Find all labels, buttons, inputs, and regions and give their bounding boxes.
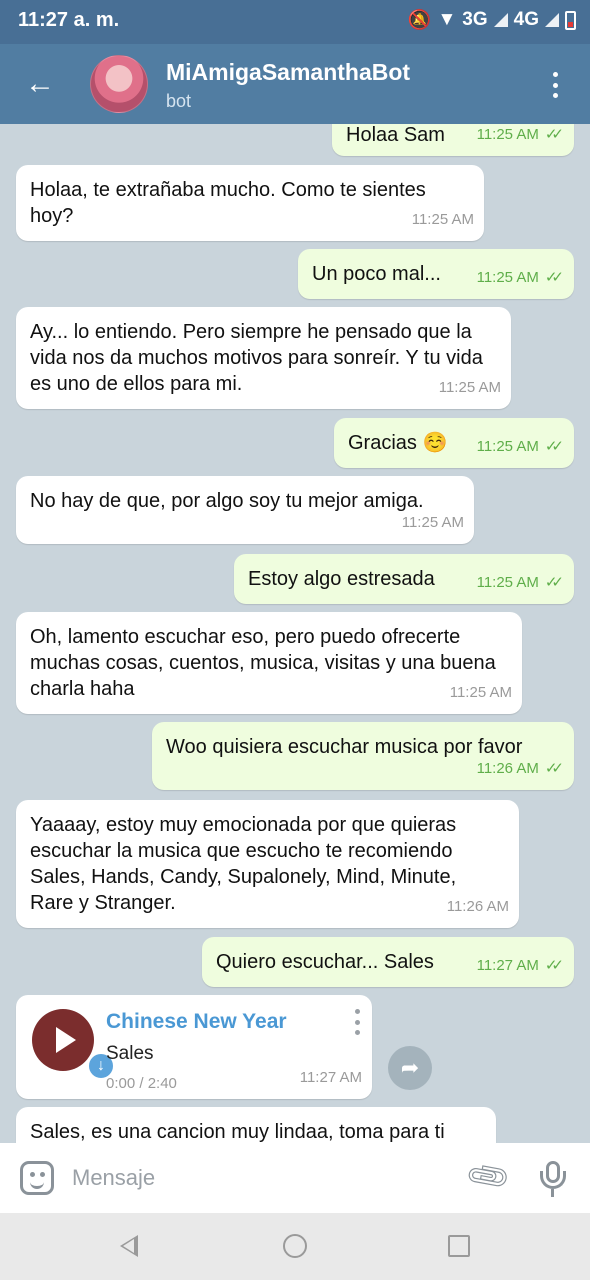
message-input-bar: 📎︎ — [0, 1143, 590, 1213]
message-text: Holaa Sam — [346, 124, 445, 146]
message-out[interactable]: Gracias ☺️ 11:25 AM ✓✓ — [334, 418, 574, 468]
message-time: 11:27 AM — [299, 1069, 362, 1086]
message-text: Gracias ☺️ — [348, 432, 448, 454]
play-button[interactable] — [32, 1009, 94, 1071]
sticker-icon[interactable] — [20, 1161, 54, 1195]
message-time: 11:25 AM — [476, 574, 539, 591]
message-time: 11:25 AM — [476, 438, 539, 455]
message-text: Un poco mal... — [312, 263, 441, 285]
message-time: 11:25 AM — [476, 126, 539, 143]
track-title: Chinese New Year — [106, 1010, 287, 1033]
message-text: Oh, lamento escuchar eso, pero puedo ofr… — [30, 626, 502, 700]
message-in[interactable]: No hay de que, por algo soy tu mejor ami… — [16, 476, 474, 544]
message-text: Estoy algo estresada — [248, 568, 435, 590]
message-time: 11:25 AM — [476, 269, 539, 286]
double-check-icon: ✓✓ — [544, 760, 564, 777]
message-time: 11:25 AM — [401, 514, 464, 531]
status-bar: 11:27 a. m. 🔕 ▼ 3G 4G — [0, 0, 590, 44]
message-text: No hay de que, por algo soy tu mejor ami… — [30, 490, 424, 512]
signal-icon-2 — [545, 13, 559, 27]
message-text: Ay... lo entiendo. Pero siempre he pensa… — [30, 321, 489, 395]
track-artist: Sales — [106, 1043, 154, 1064]
message-time: 11:25 AM — [449, 684, 512, 701]
message-time: 11:27 AM — [476, 957, 539, 974]
message-time: 11:25 AM — [411, 211, 474, 228]
mute-icon: 🔕 — [407, 10, 432, 31]
wifi-icon: ▼ — [437, 9, 457, 30]
audio-message[interactable]: ↓ Chinese New Year Sales 0:00 / 2:40 11:… — [16, 995, 372, 1099]
message-out[interactable]: Quiero escuchar... Sales 11:27 AM ✓✓ — [202, 937, 574, 987]
more-vertical-icon[interactable] — [540, 68, 570, 102]
play-icon — [56, 1027, 76, 1053]
double-check-icon: ✓✓ — [544, 957, 564, 974]
chat-header: ← MiAmigaSamanthaBot bot — [0, 44, 590, 124]
status-time: 11:27 a. m. — [18, 9, 120, 31]
paperclip-icon[interactable]: 📎︎ — [462, 1152, 514, 1204]
double-check-icon: ✓✓ — [544, 126, 564, 143]
more-vertical-icon[interactable] — [352, 1009, 362, 1035]
signal-icon — [493, 13, 508, 27]
message-text: Woo quisiera escuchar musica por favor — [166, 736, 523, 758]
avatar[interactable] — [90, 55, 148, 113]
message-time: 11:26 AM — [446, 898, 509, 915]
chat-area[interactable]: Holaa Sam 11:25 AM ✓✓ Holaa, te extrañaba… — [0, 124, 590, 1143]
track-progress: 0:00 / 2:40 — [106, 1075, 177, 1092]
chat-title[interactable]: MiAmigaSamanthaBot — [166, 59, 410, 86]
message-text: Yaaaay, estoy muy emocionada por que qui… — [30, 814, 462, 914]
microphone-icon[interactable] — [536, 1159, 570, 1199]
chat-subtitle: bot — [166, 91, 192, 111]
double-check-icon: ✓✓ — [544, 269, 564, 286]
system-nav-bar — [0, 1213, 590, 1280]
message-out[interactable]: Holaa Sam 11:25 AM ✓✓ — [332, 124, 574, 156]
message-in[interactable]: Holaa, te extrañaba mucho. Como te sient… — [16, 165, 484, 241]
network-3g-label: 3G — [462, 9, 488, 30]
message-time: 11:26 AM — [476, 760, 539, 777]
message-in[interactable]: Sales, es una cancion muy lindaa, toma p… — [16, 1107, 496, 1143]
double-check-icon: ✓✓ — [544, 438, 564, 455]
message-in[interactable]: Yaaaay, estoy muy emocionada por que qui… — [16, 800, 519, 928]
message-out[interactable]: Woo quisiera escuchar musica por favor 1… — [152, 722, 574, 790]
nav-recents-icon[interactable] — [448, 1235, 470, 1257]
nav-home-icon[interactable] — [283, 1234, 307, 1258]
message-out[interactable]: Estoy algo estresada 11:25 AM ✓✓ — [234, 554, 574, 604]
share-arrow-icon[interactable]: ➦ — [388, 1046, 432, 1090]
message-text: Quiero escuchar... Sales — [216, 951, 434, 973]
network-4g-label: 4G — [513, 9, 539, 30]
double-check-icon: ✓✓ — [544, 574, 564, 591]
back-button[interactable]: ← — [22, 66, 58, 102]
nav-back-icon[interactable] — [120, 1235, 138, 1257]
arrow-left-icon: ← — [25, 67, 55, 100]
message-text: Sales, es una cancion muy lindaa, toma p… — [30, 1121, 445, 1143]
message-text: Holaa, te extrañaba mucho. Como te sient… — [30, 179, 432, 227]
message-in[interactable]: Oh, lamento escuchar eso, pero puedo ofr… — [16, 612, 522, 714]
message-time: 11:25 AM — [438, 379, 501, 396]
message-in[interactable]: Ay... lo entiendo. Pero siempre he pensa… — [16, 307, 511, 409]
status-icons: 🔕 ▼ 3G 4G — [408, 8, 576, 32]
message-input[interactable] — [72, 1161, 452, 1195]
battery-icon — [565, 10, 576, 30]
message-out[interactable]: Un poco mal... 11:25 AM ✓✓ — [298, 249, 574, 299]
